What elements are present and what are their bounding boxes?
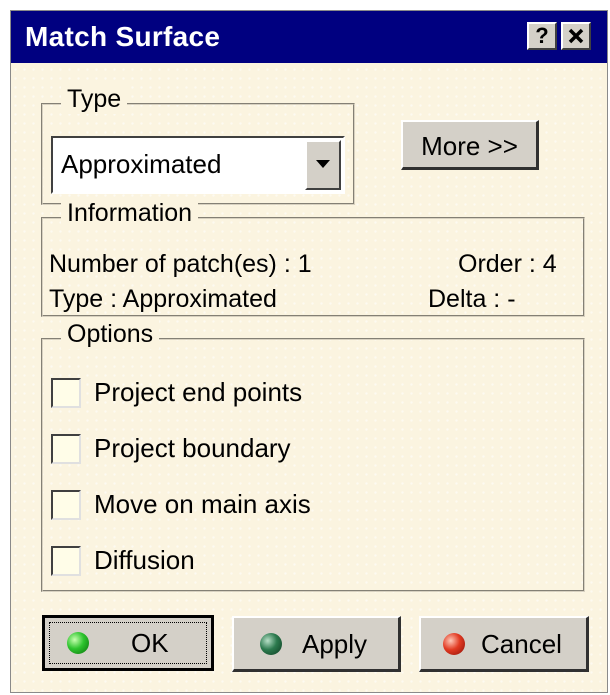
dialog-title: Match Surface [25,21,221,52]
dark-green-ball-icon [260,633,282,655]
green-ball-icon [67,632,89,654]
diffusion-checkbox[interactable] [51,546,81,576]
type-info-text: Type : Approximated [49,285,277,313]
project-boundary-label: Project boundary [94,433,291,463]
close-icon [568,28,584,44]
move-on-main-axis-checkbox[interactable] [51,490,81,520]
chevron-down-icon [316,160,330,168]
move-on-main-axis-label: Move on main axis [94,489,311,519]
type-dropdown[interactable]: Approximated [51,136,345,194]
ok-button-label: OK [131,628,169,658]
project-end-points-checkbox[interactable] [51,378,81,408]
project-boundary-checkbox[interactable] [51,434,81,464]
project-end-points-label: Project end points [94,377,303,407]
patch-count-text: Number of patch(es) : 1 [49,250,312,278]
close-button[interactable] [561,22,591,50]
red-ball-icon [443,633,465,655]
type-dropdown-value: Approximated [61,149,222,179]
options-legend: Options [61,320,160,349]
apply-button-label: Apply [302,629,368,659]
information-legend: Information [61,199,199,228]
more-button[interactable]: More >> [401,120,539,170]
cancel-button[interactable]: Cancel [419,616,589,672]
dropdown-arrow-button[interactable] [305,140,341,190]
title-bar[interactable]: Match Surface ? [11,11,607,63]
type-legend: Type [61,85,128,114]
match-surface-dialog: Match Surface ? Type Approximated More >… [10,10,608,693]
help-button[interactable]: ? [527,22,557,50]
ok-button[interactable]: OK [42,615,214,671]
order-text: Order : 4 [458,250,557,278]
apply-button[interactable]: Apply [232,616,401,672]
cancel-button-label: Cancel [481,629,562,659]
more-button-label: More >> [421,131,518,161]
diffusion-label: Diffusion [94,545,195,575]
delta-text: Delta : - [428,285,516,313]
